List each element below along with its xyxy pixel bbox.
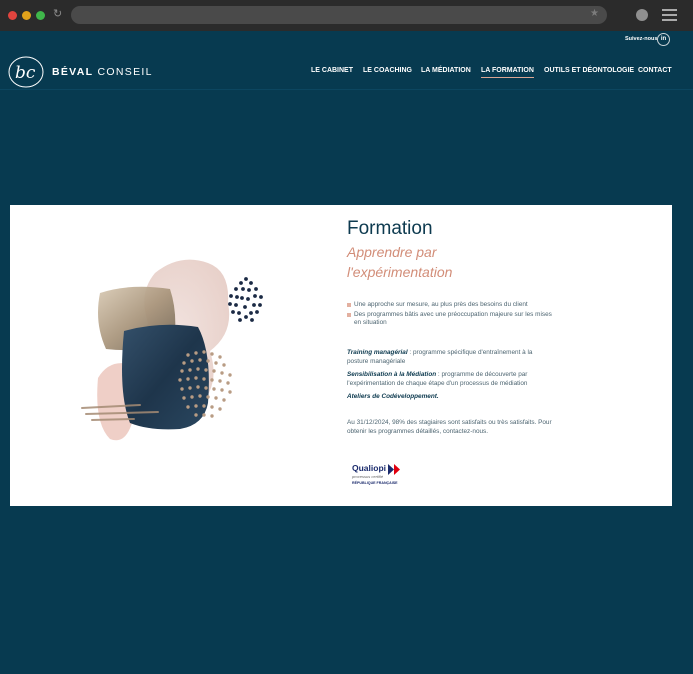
- program-name: Sensibilisation à la Médiation: [347, 371, 437, 378]
- qualiopi-logo: Qualiopi processus certifié RÉPUBLIQUE F…: [352, 463, 412, 493]
- program-training: Training managérial : programme spécifiq…: [347, 349, 552, 366]
- subtitle-line-1: Apprendre par: [347, 244, 437, 260]
- menu-icon[interactable]: [662, 9, 677, 21]
- nav-le-coaching[interactable]: LE COACHING: [363, 67, 412, 74]
- page-subtitle: Apprendre par l'expérimentation: [347, 242, 452, 282]
- nav-le-cabinet[interactable]: LE CABINET: [311, 67, 353, 74]
- program-name: Ateliers de Codéveloppement.: [347, 393, 439, 400]
- program-codeveloppement: Ateliers de Codéveloppement.: [347, 393, 552, 402]
- program-name: Training managérial: [347, 349, 408, 356]
- linkedin-icon[interactable]: in: [657, 33, 670, 46]
- reload-icon[interactable]: ↻: [53, 8, 65, 20]
- profile-icon[interactable]: [636, 9, 648, 21]
- republique-francaise-label: RÉPUBLIQUE FRANÇAISE: [352, 481, 398, 485]
- logo-monogram: bc: [15, 63, 36, 83]
- maximize-dot[interactable]: [36, 11, 45, 20]
- close-dot[interactable]: [8, 11, 17, 20]
- qualiopi-arrows-icon: [388, 464, 400, 475]
- watercolor-illustration: [81, 259, 263, 441]
- program-sensibilisation: Sensibilisation à la Médiation : program…: [347, 371, 552, 388]
- formation-card: Formation Apprendre par l'expérimentatio…: [10, 205, 672, 506]
- approach-list: Une approche sur mesure, au plus près de…: [347, 301, 552, 329]
- brand-name-bold: BÉVAL: [52, 66, 94, 78]
- logo-icon[interactable]: bc: [6, 54, 46, 90]
- bookmark-star-icon[interactable]: ★: [590, 8, 599, 19]
- browser-toolbar: ↻ ★: [0, 0, 693, 31]
- nav-la-mediation[interactable]: LA MÉDIATION: [421, 67, 471, 74]
- nav-outils-deontologie[interactable]: OUTILS ET DÉONTOLOGIE: [544, 67, 634, 74]
- page-title: Formation: [347, 218, 433, 239]
- subtitle-line-2: l'expérimentation: [347, 264, 453, 280]
- address-bar[interactable]: ★: [71, 6, 607, 24]
- brand-name-light: CONSEIL: [93, 66, 153, 78]
- list-item: Des programmes bâtis avec une préoccupat…: [347, 311, 552, 328]
- qualiopi-subtitle: processus certifié: [352, 474, 384, 479]
- list-item: Une approche sur mesure, au plus près de…: [347, 301, 552, 310]
- nav-contact[interactable]: CONTACT: [638, 67, 672, 74]
- nav-la-formation[interactable]: LA FORMATION: [481, 67, 534, 78]
- qualiopi-name: Qualiopi: [352, 463, 386, 473]
- brand-name[interactable]: BÉVAL CONSEIL: [52, 66, 153, 78]
- header-divider: [0, 89, 693, 90]
- follow-us-label: Suivez-nous: [625, 36, 658, 42]
- satisfaction-stats: Au 31/12/2024, 98% des stagiaires sont s…: [347, 419, 552, 435]
- minimize-dot[interactable]: [22, 11, 31, 20]
